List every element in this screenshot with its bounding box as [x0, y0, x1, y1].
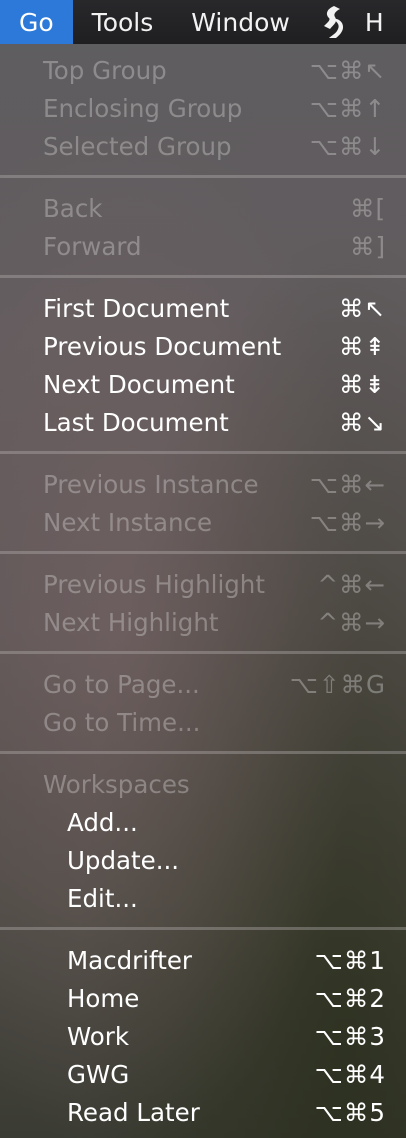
menu-item-workspace-read-later[interactable]: Read Later ⌥⌘5	[0, 1093, 406, 1131]
menu-item-shortcut: ⌘↖	[338, 293, 386, 323]
menu-item-shortcut: ⌥⌘→	[309, 507, 386, 537]
menu-item-label: Previous Instance	[43, 469, 259, 499]
menu-item-back[interactable]: Back ⌘[	[0, 189, 406, 227]
menu-item-previous-instance[interactable]: Previous Instance ⌥⌘←	[0, 465, 406, 503]
menu-item-shortcut: ⌥⌘↓	[309, 131, 386, 161]
menubar-go[interactable]: Go	[0, 0, 73, 44]
menu-item-label: Last Document	[43, 407, 229, 437]
menu-item-label: Back	[43, 193, 103, 223]
menu-item-label: Previous Document	[43, 331, 282, 361]
menu-separator	[0, 275, 406, 278]
menu-item-label: Selected Group	[43, 131, 232, 161]
menu-item-next-document[interactable]: Next Document ⌘⇟	[0, 365, 406, 403]
menu-item-label: Edit...	[67, 883, 138, 913]
menu-item-label: Work	[67, 1021, 130, 1051]
menu-item-shortcut: ⌥⌘2	[314, 983, 386, 1013]
menu-item-workspace-edit[interactable]: Edit...	[0, 879, 406, 917]
menu-item-shortcut: ⌥⌘↖	[309, 55, 386, 85]
menu-item-shortcut: ⌥⌘5	[314, 1097, 386, 1127]
menu-item-label: Read Later	[67, 1097, 200, 1127]
menu-item-first-document[interactable]: First Document ⌘↖	[0, 289, 406, 327]
menu-item-shortcut: ⌘↘	[338, 407, 386, 437]
menu-item-label: Top Group	[43, 55, 167, 85]
menu-item-enclosing-group[interactable]: Enclosing Group ⌥⌘↑	[0, 89, 406, 127]
menu-item-workspace-update[interactable]: Update...	[0, 841, 406, 879]
menu-item-previous-document[interactable]: Previous Document ⌘⇞	[0, 327, 406, 365]
menu-item-label: Previous Highlight	[43, 569, 265, 599]
menu-separator	[0, 651, 406, 654]
menu-item-selected-group[interactable]: Selected Group ⌥⌘↓	[0, 127, 406, 165]
menu-separator	[0, 451, 406, 454]
menu-item-label: Forward	[43, 231, 142, 261]
menu-separator	[0, 751, 406, 754]
menu-item-shortcut: ⌘[	[349, 193, 386, 223]
menu-item-go-to-time[interactable]: Go to Time...	[0, 703, 406, 741]
menu-item-label: Go to Time...	[43, 707, 201, 737]
menu-item-shortcut: ⌥⌘1	[314, 945, 386, 975]
menu-item-workspace-gwg[interactable]: GWG ⌥⌘4	[0, 1055, 406, 1093]
menu-separator	[0, 551, 406, 554]
menu-item-label: Enclosing Group	[43, 93, 243, 123]
menu-item-next-instance[interactable]: Next Instance ⌥⌘→	[0, 503, 406, 541]
menu-item-label: Go to Page...	[43, 669, 200, 699]
menu-section-label: Workspaces	[43, 769, 190, 799]
menu-item-label: Macdrifter	[67, 945, 193, 975]
menu-item-top-group[interactable]: Top Group ⌥⌘↖	[0, 51, 406, 89]
menu-item-label: Update...	[67, 845, 180, 875]
menu-item-shortcut: ⌥⌘3	[314, 1021, 386, 1051]
menu-item-shortcut: ^⌘→	[317, 607, 386, 637]
menu-bar: Go Tools Window H	[0, 0, 406, 44]
menu-separator	[0, 927, 406, 930]
menubar-window[interactable]: Window	[172, 0, 309, 44]
menu-item-shortcut: ⌘]	[349, 231, 386, 261]
menu-separator	[0, 175, 406, 178]
menu-item-label: Add...	[67, 807, 138, 837]
menu-item-label: Home	[67, 983, 140, 1013]
menubar-tools[interactable]: Tools	[73, 0, 173, 44]
screen: Go Tools Window H Top Group ⌥⌘↖ Enclosin…	[0, 0, 406, 1138]
menu-item-previous-highlight[interactable]: Previous Highlight ^⌘←	[0, 565, 406, 603]
menu-item-shortcut: ⌘⇟	[338, 369, 386, 399]
menu-item-shortcut: ^⌘←	[317, 569, 386, 599]
menu-item-label: First Document	[43, 293, 230, 323]
menu-item-shortcut: ⌘⇞	[338, 331, 386, 361]
menu-item-next-highlight[interactable]: Next Highlight ^⌘→	[0, 603, 406, 641]
go-menu: Top Group ⌥⌘↖ Enclosing Group ⌥⌘↑ Select…	[0, 44, 406, 1131]
menu-item-workspace-work[interactable]: Work ⌥⌘3	[0, 1017, 406, 1055]
menu-item-shortcut: ⌥⌘←	[309, 469, 386, 499]
menu-section-header-workspaces: Workspaces	[0, 765, 406, 803]
menu-item-workspace-add[interactable]: Add...	[0, 803, 406, 841]
menu-item-shortcut: ⌥⌘↑	[309, 93, 386, 123]
menu-item-workspace-home[interactable]: Home ⌥⌘2	[0, 979, 406, 1017]
menu-item-label: Next Document	[43, 369, 235, 399]
script-menu-icon[interactable]	[309, 0, 359, 44]
menu-item-forward[interactable]: Forward ⌘]	[0, 227, 406, 265]
menu-item-last-document[interactable]: Last Document ⌘↘	[0, 403, 406, 441]
menu-item-workspace-macdrifter[interactable]: Macdrifter ⌥⌘1	[0, 941, 406, 979]
menu-item-label: GWG	[67, 1059, 130, 1089]
menu-item-shortcut: ⌥⇧⌘G	[289, 669, 386, 699]
menu-item-shortcut: ⌥⌘4	[314, 1059, 386, 1089]
menu-item-go-to-page[interactable]: Go to Page... ⌥⇧⌘G	[0, 665, 406, 703]
menu-item-label: Next Highlight	[43, 607, 219, 637]
menu-item-label: Next Instance	[43, 507, 213, 537]
menubar-help[interactable]: H	[359, 0, 384, 44]
